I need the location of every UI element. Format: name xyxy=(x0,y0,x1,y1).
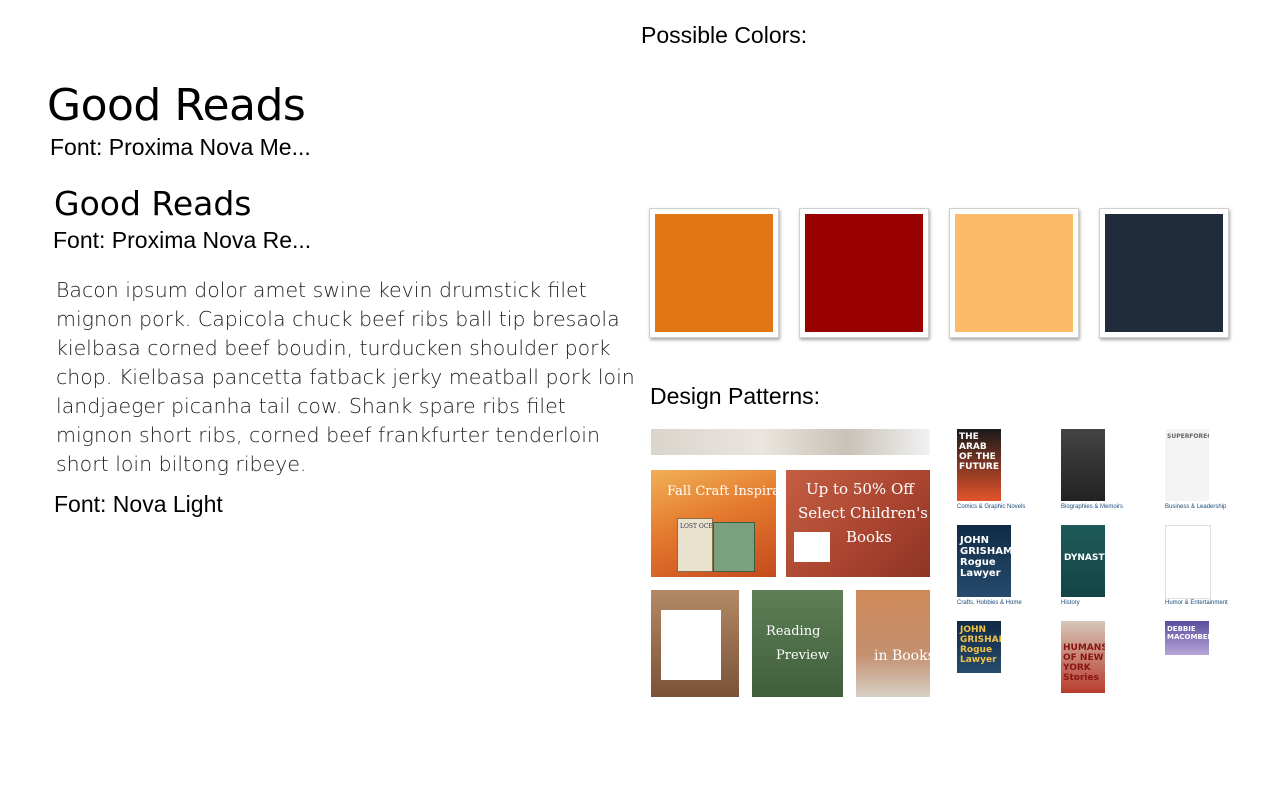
book-cover: THE ARAB OF THE FUTURE xyxy=(957,429,1001,501)
heading-medium-sample: Good Reads xyxy=(47,80,306,131)
color-swatch-orange xyxy=(649,208,779,338)
book-cover: DYNASTY xyxy=(1061,525,1105,597)
book-cover-title: DYNASTY xyxy=(1064,553,1105,563)
swatch-fill xyxy=(805,214,923,332)
book-cover xyxy=(1061,429,1105,501)
book-cover-title: HUMANS OF NEW YORK Stories xyxy=(1063,643,1105,683)
book-cover: SUPERFORECASTING xyxy=(1165,429,1209,501)
color-swatch-red xyxy=(799,208,929,338)
swatch-fill xyxy=(1105,214,1223,332)
promo-tile-reading-preview: Reading Preview xyxy=(752,590,843,697)
category-label: History xyxy=(1061,600,1080,606)
book-cover xyxy=(1165,525,1211,599)
category-label: Humor & Entertainment xyxy=(1165,600,1228,606)
promo-reading-text: Reading xyxy=(766,624,821,639)
category-label: Biographies & Memoirs xyxy=(1061,504,1124,510)
book-category-grid-image: THE ARAB OF THE FUTURE Comics & Graphic … xyxy=(955,429,1245,711)
book-cover: JOHN GRISHAM Rogue Lawyer xyxy=(957,621,1001,673)
colors-heading: Possible Colors: xyxy=(641,22,808,48)
promo-select-children-text: Select Children's xyxy=(798,504,928,522)
book-cover: JOHN GRISHAM Rogue Lawyer xyxy=(957,525,1011,597)
promo-image-gap xyxy=(661,610,721,680)
book-cover-title: JOHN GRISHAM Rogue Lawyer xyxy=(960,535,1011,579)
heading-medium-font-label: Font: Proxima Nova Me... xyxy=(50,134,311,160)
promo-image-gap xyxy=(794,532,830,562)
promo-tile-in-books: in Books xyxy=(856,590,930,697)
book-cover-craft xyxy=(713,522,755,572)
body-text-sample: Bacon ipsum dolor amet swine kevin drums… xyxy=(56,278,635,476)
patterns-heading: Design Patterns: xyxy=(650,383,821,409)
promo-tile-fall-craft: Fall Craft Inspiration LOST OCEAN xyxy=(651,470,776,577)
color-swatch-peach xyxy=(949,208,1079,338)
promo-collage-image: Fall Craft Inspiration LOST OCEAN Up to … xyxy=(651,429,930,697)
body-font-label: Font: Nova Light xyxy=(54,491,223,517)
book-cover: HUMANS OF NEW YORK Stories xyxy=(1061,621,1105,693)
promo-tile-children-sale: Up to 50% Off Select Children's Books xyxy=(786,470,930,577)
book-cover-title: DEBBIE MACOMBER xyxy=(1167,625,1209,641)
category-label: Comics & Graphic Novels xyxy=(957,504,1026,510)
promo-books-text: Books xyxy=(846,528,892,546)
heading-regular-sample: Good Reads xyxy=(54,184,252,223)
promo-up-to-text: Up to 50% Off xyxy=(806,480,914,498)
book-cover-title: JOHN GRISHAM Rogue Lawyer xyxy=(960,625,1001,665)
category-label: Crafts, Hobbies & Home xyxy=(957,600,1022,606)
book-cover: DEBBIE MACOMBER xyxy=(1165,621,1209,655)
book-cover-title: SUPERFORECASTING xyxy=(1167,433,1209,440)
promo-tile-brown xyxy=(651,590,739,697)
category-label: Business & Leadership xyxy=(1165,504,1227,510)
promo-preview-text: Preview xyxy=(776,648,829,663)
book-cover-title: THE ARAB OF THE FUTURE xyxy=(959,432,999,472)
heading-regular-font-label: Font: Proxima Nova Re... xyxy=(53,227,312,253)
promo-banner-strip xyxy=(651,429,930,455)
promo-in-books-text: in Books xyxy=(874,648,930,664)
swatch-fill xyxy=(955,214,1073,332)
swatch-fill xyxy=(655,214,773,332)
promo-fall-craft-text: Fall Craft Inspiration xyxy=(667,484,776,499)
book-cover-title xyxy=(1176,540,1198,576)
book-cover-lost-ocean: LOST OCEAN xyxy=(677,518,722,572)
color-swatch-navy xyxy=(1099,208,1229,338)
